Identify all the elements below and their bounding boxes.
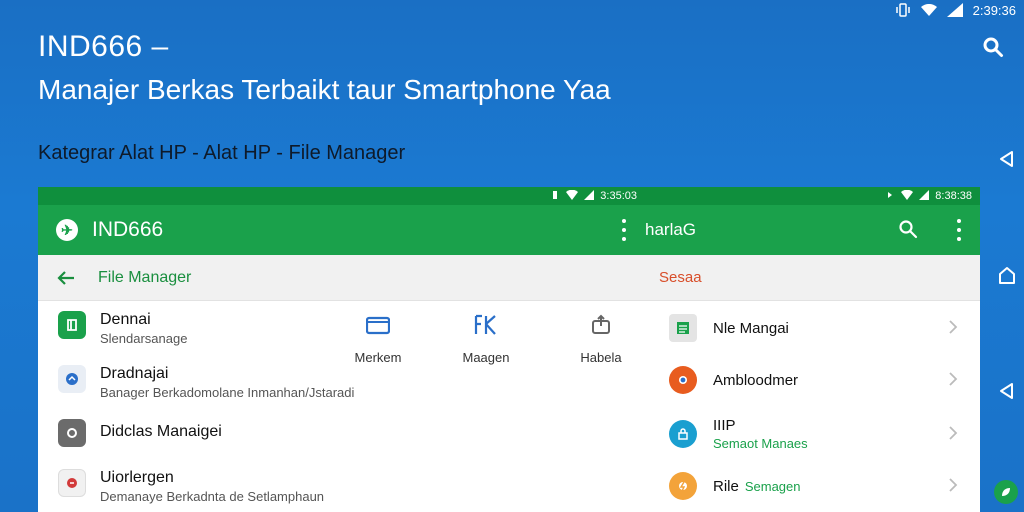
chevron-right-icon	[948, 477, 958, 493]
status-time: 2:39:36	[972, 2, 1016, 18]
list-item-title: Uiorlergen	[100, 469, 174, 486]
hero-category: Kategrar Alat HP - Alat HP - File Manage…	[38, 142, 406, 164]
phone-panel-right: 8:38:38 harlaG Sesaa Nle Mangai Ambloodm…	[645, 187, 980, 512]
record-icon	[669, 366, 697, 394]
chevron-right-icon	[948, 425, 958, 441]
panel-status-bar: 3:35:03	[38, 187, 645, 205]
list-item-title: Ambloodmer	[713, 371, 799, 389]
search-icon[interactable]	[982, 36, 1004, 58]
signal-icon	[919, 189, 930, 203]
sub-header: File Manager	[38, 255, 645, 301]
app-logo-icon: ✈	[56, 219, 78, 241]
bluetooth-icon	[885, 190, 895, 203]
list-item[interactable]: Rile Semagen	[645, 461, 980, 511]
app-icon	[58, 469, 86, 497]
shortcut-maagen[interactable]: Maagen	[441, 312, 531, 365]
more-options-icon[interactable]	[621, 219, 627, 241]
shortcut-label: Maagen	[462, 350, 510, 365]
leaf-icon[interactable]	[994, 480, 1018, 504]
more-options-icon[interactable]	[956, 219, 962, 241]
sub-title: File Manager	[98, 268, 192, 286]
list-item-title: Dradnajai	[100, 365, 169, 382]
status-bar: 2:39:36	[895, 0, 1016, 20]
wifi-icon	[901, 189, 914, 203]
list-item[interactable]: Dennai Slendarsanage	[38, 311, 187, 346]
list-item-subtitle: Demanaye Berkadnta de Setlamphaun	[100, 489, 325, 504]
list-item-title: Nle Mangai	[713, 319, 789, 337]
panel-status-time: 3:35:03	[600, 190, 637, 202]
back-nav-icon[interactable]	[994, 146, 1020, 172]
shortcut-merkem[interactable]: Merkem	[333, 312, 423, 365]
tool-icon	[441, 312, 531, 338]
chevron-right-icon	[948, 319, 958, 335]
list-item[interactable]: Nle Mangai	[645, 303, 980, 353]
list-item[interactable]: Ambloodmer	[645, 355, 980, 405]
list-item-subtitle: Semaot Manaes	[713, 436, 808, 451]
back-nav-icon-2[interactable]	[994, 378, 1020, 404]
shield-icon	[58, 419, 86, 447]
hero-subtitle: Manajer Berkas Terbaikt taur Smartphone …	[38, 74, 611, 105]
folder-icon	[333, 312, 423, 338]
list-item-subtitle: Banager Berkadomolane Inmanhan/Jstaradi	[100, 385, 355, 400]
list-item-subtitle: Slendarsanage	[100, 331, 188, 346]
doc-icon	[669, 314, 697, 342]
list-item-title: IIIP	[713, 417, 736, 434]
panel-status-bar: 8:38:38	[645, 187, 980, 205]
list-item[interactable]: Dradnajai Banager Berkadomolane Inmanhan…	[38, 365, 354, 400]
list-item-title: Dennai	[100, 311, 151, 328]
list-item[interactable]: IIIP Semaot Manaes	[645, 409, 980, 459]
list-item-title: Rile	[713, 478, 739, 495]
app-title: IND666	[92, 218, 164, 241]
wifi-icon	[566, 189, 579, 203]
panel-status-time: 8:38:38	[935, 190, 972, 202]
bird-icon	[58, 365, 86, 393]
phone-panel-left: 3:35:03 ✈ IND666 File Manager Dennai Sle…	[38, 187, 645, 512]
shortcut-label: Habela	[580, 350, 622, 365]
app-bar: harlaG	[645, 205, 980, 255]
vibrate-icon	[550, 190, 560, 203]
shortcut-label: Merkem	[354, 350, 402, 365]
vibrate-icon	[895, 3, 911, 17]
arrow-back-icon[interactable]	[56, 268, 76, 288]
chevron-right-icon	[948, 371, 958, 387]
bolt-icon	[669, 472, 697, 500]
signal-icon	[584, 189, 595, 203]
list-item-title: Didclas Manaigei	[100, 423, 222, 440]
sub-title: Sesaa	[659, 269, 702, 286]
app-bar: ✈ IND666	[38, 205, 645, 255]
signal-icon	[946, 3, 963, 17]
sub-header: Sesaa	[645, 255, 980, 301]
app-title: harlaG	[645, 220, 697, 239]
list-item[interactable]: Uiorlergen Demanaye Berkadnta de Setlamp…	[38, 469, 324, 504]
wifi-icon	[920, 3, 937, 17]
hero-title: IND666 –	[38, 30, 169, 63]
shortcut-habela[interactable]: Habela	[556, 312, 645, 365]
list-item-subtitle: Semagen	[744, 479, 801, 494]
upload-icon	[556, 312, 645, 338]
list-item[interactable]: Didclas Manaigei	[38, 419, 222, 447]
lock-icon	[669, 420, 697, 448]
home-nav-icon[interactable]	[994, 262, 1020, 288]
search-icon[interactable]	[898, 219, 918, 239]
file-icon	[58, 311, 86, 339]
